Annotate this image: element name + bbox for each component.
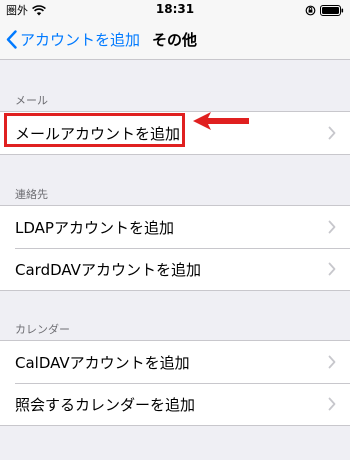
add-subscribed-calendar-row[interactable]: 照会するカレンダーを追加 — [0, 383, 350, 425]
chevron-right-icon — [328, 355, 336, 369]
back-button-label: アカウントを追加 — [20, 31, 141, 49]
page-title: その他 — [152, 31, 198, 49]
pointer-arrow-icon — [193, 112, 249, 130]
row-label: CardDAVアカウントを追加 — [15, 260, 201, 279]
section-header-calendar: カレンダー — [15, 323, 70, 336]
row-label: CalDAVアカウントを追加 — [15, 353, 190, 372]
calendar-group: CalDAVアカウントを追加 照会するカレンダーを追加 — [0, 340, 350, 426]
chevron-right-icon — [328, 397, 336, 411]
section-header-mail: メール — [15, 94, 48, 107]
battery-icon — [320, 4, 344, 16]
chevron-right-icon — [328, 262, 336, 276]
highlight-box — [4, 113, 185, 147]
chevron-right-icon — [328, 126, 336, 140]
status-bar: 圏外 18:31 — [0, 0, 350, 20]
rotation-lock-icon — [305, 5, 316, 15]
add-caldav-account-row[interactable]: CalDAVアカウントを追加 — [0, 341, 350, 383]
status-right — [305, 3, 344, 17]
add-ldap-account-row[interactable]: LDAPアカウントを追加 — [0, 206, 350, 248]
chevron-left-icon — [6, 30, 17, 49]
section-header-contacts: 連絡先 — [15, 188, 48, 201]
chevron-right-icon — [328, 220, 336, 234]
contacts-group: LDAPアカウントを追加 CardDAVアカウントを追加 — [0, 205, 350, 291]
status-time: 18:31 — [155, 2, 195, 16]
row-label: LDAPアカウントを追加 — [15, 218, 174, 237]
back-button[interactable]: アカウントを追加 — [6, 20, 140, 59]
row-label: 照会するカレンダーを追加 — [15, 395, 196, 414]
navigation-bar: アカウントを追加 その他 — [0, 20, 350, 60]
add-carddav-account-row[interactable]: CardDAVアカウントを追加 — [0, 248, 350, 290]
